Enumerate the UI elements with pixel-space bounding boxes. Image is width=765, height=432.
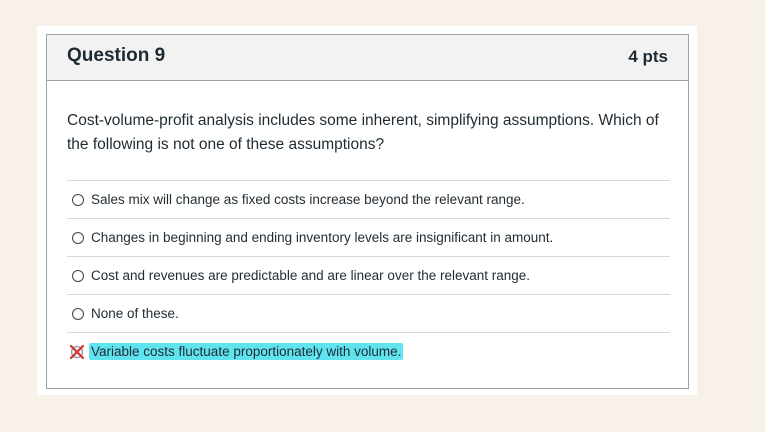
question-card: Question 9 4 pts Cost-volume-profit anal…: [46, 34, 689, 389]
question-header: Question 9 4 pts: [47, 35, 688, 81]
question-points: 4 pts: [628, 47, 668, 66]
answer-label: Sales mix will change as fixed costs inc…: [91, 192, 525, 207]
answer-option-4[interactable]: None of these.: [67, 294, 670, 332]
question-panel: Question 9 4 pts Cost-volume-profit anal…: [37, 26, 697, 395]
answer-option-3[interactable]: Cost and revenues are predictable and ar…: [67, 256, 670, 294]
question-title: Question 9: [67, 45, 166, 66]
radio-button-icon[interactable]: [72, 269, 84, 282]
answer-option-5[interactable]: Variable costs fluctuate proportionately…: [67, 332, 670, 370]
answer-label: None of these.: [91, 306, 179, 321]
answer-option-1[interactable]: Sales mix will change as fixed costs inc…: [67, 180, 670, 218]
radio-button-icon[interactable]: [72, 193, 84, 206]
answer-label: Cost and revenues are predictable and ar…: [91, 268, 531, 283]
highlighted-answer-label: Variable costs fluctuate proportionately…: [89, 343, 404, 360]
answer-option-2[interactable]: Changes in beginning and ending inventor…: [67, 218, 670, 256]
radio-button-icon[interactable]: [72, 307, 84, 320]
answer-label: Changes in beginning and ending inventor…: [91, 230, 554, 245]
question-text: Cost-volume-profit analysis includes som…: [67, 112, 659, 153]
answer-list: Sales mix will change as fixed costs inc…: [67, 180, 670, 370]
radio-button-icon[interactable]: [72, 231, 84, 244]
incorrect-x-icon: [69, 344, 85, 359]
